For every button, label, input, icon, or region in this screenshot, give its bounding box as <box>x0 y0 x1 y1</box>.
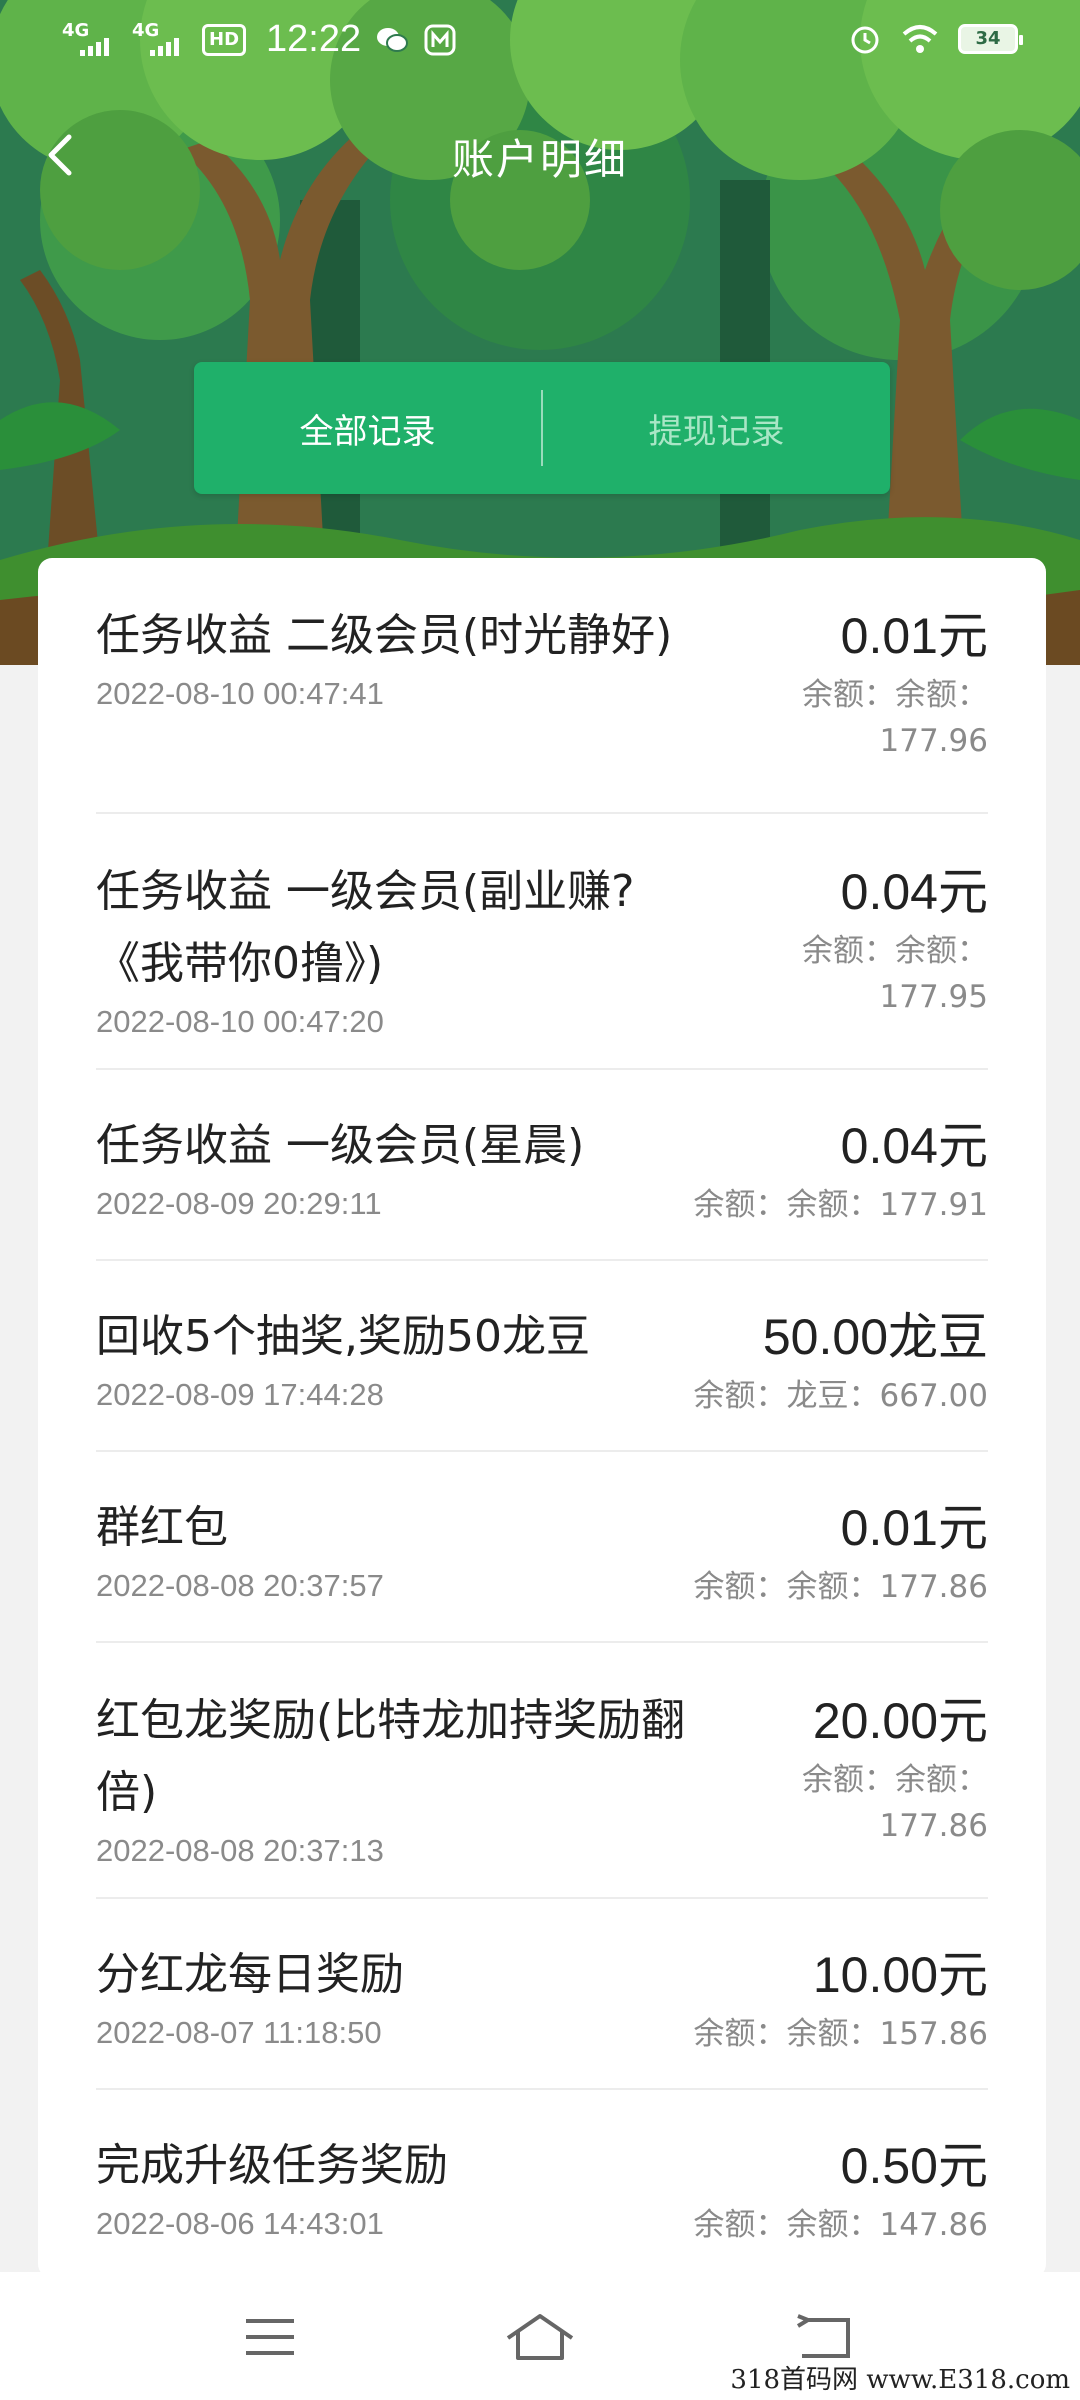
record-date: 2022-08-08 20:37:13 <box>96 1833 384 1868</box>
record-amount: 0.01元 <box>840 608 988 664</box>
record-date: 2022-08-06 14:43:01 <box>96 2206 384 2241</box>
system-navigation-bar: 318首码网 www.E318.com <box>0 2272 1080 2400</box>
status-bar: 4G 4G HD 12:22 34 <box>0 0 1080 84</box>
list-item[interactable]: 回收5个抽奖,奖励50龙豆 2022-08-09 17:44:28 50.00龙… <box>96 1261 988 1452</box>
record-amount: 20.00元 <box>812 1693 988 1749</box>
home-icon <box>506 2314 574 2360</box>
record-title: 任务收益 一级会员(星晨) <box>96 1120 585 1171</box>
record-title: 分红龙每日奖励 <box>96 1949 404 2000</box>
alarm-clock-icon <box>851 26 879 54</box>
menu-button[interactable] <box>230 2302 310 2372</box>
tab-withdrawal-records[interactable]: 提现记录 <box>543 362 890 494</box>
record-balance: 余额：余额：157.86 <box>693 2016 988 2052</box>
watermark-text: 318首码网 www.E318.com <box>730 2365 1070 2395</box>
tab-all-records[interactable]: 全部记录 <box>194 362 541 494</box>
list-item[interactable]: 任务收益 一级会员(副业赚?《我带你0撸》) 2022-08-10 00:47:… <box>96 814 988 1070</box>
record-amount: 0.04元 <box>840 864 988 920</box>
record-amount: 0.01元 <box>840 1500 988 1556</box>
hd-voice-icon: HD <box>202 23 247 56</box>
record-title: 任务收益 一级会员(副业赚?《我带你0撸》) <box>96 866 635 989</box>
record-title: 回收5个抽奖,奖励50龙豆 <box>96 1311 590 1362</box>
record-date: 2022-08-07 11:18:50 <box>96 2015 382 2050</box>
list-item[interactable]: 任务收益 一级会员(星晨) 2022-08-09 20:29:11 0.04元 … <box>96 1070 988 1261</box>
home-button[interactable] <box>500 2302 580 2372</box>
list-item[interactable]: 任务收益 二级会员(时光静好) 2022-08-10 00:47:41 0.01… <box>96 558 988 814</box>
record-date: 2022-08-10 00:47:41 <box>96 676 384 711</box>
list-item[interactable]: 红包龙奖励(比特龙加持奖励翻倍) 2022-08-08 20:37:13 20.… <box>96 1643 988 1899</box>
record-balance: 余额：余额：147.86 <box>693 2207 988 2243</box>
return-icon <box>796 2314 850 2358</box>
record-title: 任务收益 二级会员(时光静好) <box>96 610 673 661</box>
battery-icon: 34 <box>958 24 1023 54</box>
wechat-icon <box>377 27 409 52</box>
record-date: 2022-08-08 20:37:57 <box>96 1568 384 1603</box>
record-balance: 余额：余额：177.86 <box>693 1569 988 1605</box>
list-item[interactable]: 完成升级任务奖励 2022-08-06 14:43:01 0.50元 余额：余额… <box>96 2090 988 2278</box>
list-item[interactable]: 群红包 2022-08-08 20:37:57 0.01元 余额：余额：177.… <box>96 1452 988 1643</box>
record-amount: 10.00元 <box>812 1947 988 2003</box>
signal-4g-icon-1: 4G <box>62 20 118 60</box>
signal-4g-icon-2: 4G <box>132 20 188 60</box>
record-balance: 余额：余额：177.96 <box>802 677 988 759</box>
record-date: 2022-08-09 20:29:11 <box>96 1186 382 1221</box>
wifi-icon <box>902 25 938 53</box>
record-amount: 50.00龙豆 <box>762 1309 988 1365</box>
app-notification-icon <box>424 24 456 55</box>
record-title: 红包龙奖励(比特龙加持奖励翻倍) <box>96 1695 686 1818</box>
record-amount: 0.04元 <box>840 1118 988 1174</box>
record-balance: 余额：余额：177.86 <box>802 1762 988 1844</box>
record-date: 2022-08-09 17:44:28 <box>96 1377 384 1412</box>
record-date: 2022-08-10 00:47:20 <box>96 1004 384 1039</box>
record-balance: 余额：余额：177.95 <box>802 933 988 1015</box>
status-time: 12:22 <box>266 18 362 60</box>
record-tabs: 全部记录 提现记录 <box>194 362 890 494</box>
record-title: 群红包 <box>96 1502 228 1553</box>
record-balance: 余额：余额：177.91 <box>693 1187 988 1223</box>
record-title: 完成升级任务奖励 <box>96 2140 448 2191</box>
record-balance: 余额：龙豆：667.00 <box>693 1378 988 1414</box>
menu-icon <box>246 2319 294 2355</box>
page-title: 账户明细 <box>451 135 628 184</box>
record-amount: 0.50元 <box>840 2138 988 2194</box>
list-item[interactable]: 分红龙每日奖励 2022-08-07 11:18:50 10.00元 余额：余额… <box>96 1899 988 2090</box>
records-list: 任务收益 二级会员(时光静好) 2022-08-10 00:47:41 0.01… <box>38 558 1046 2278</box>
